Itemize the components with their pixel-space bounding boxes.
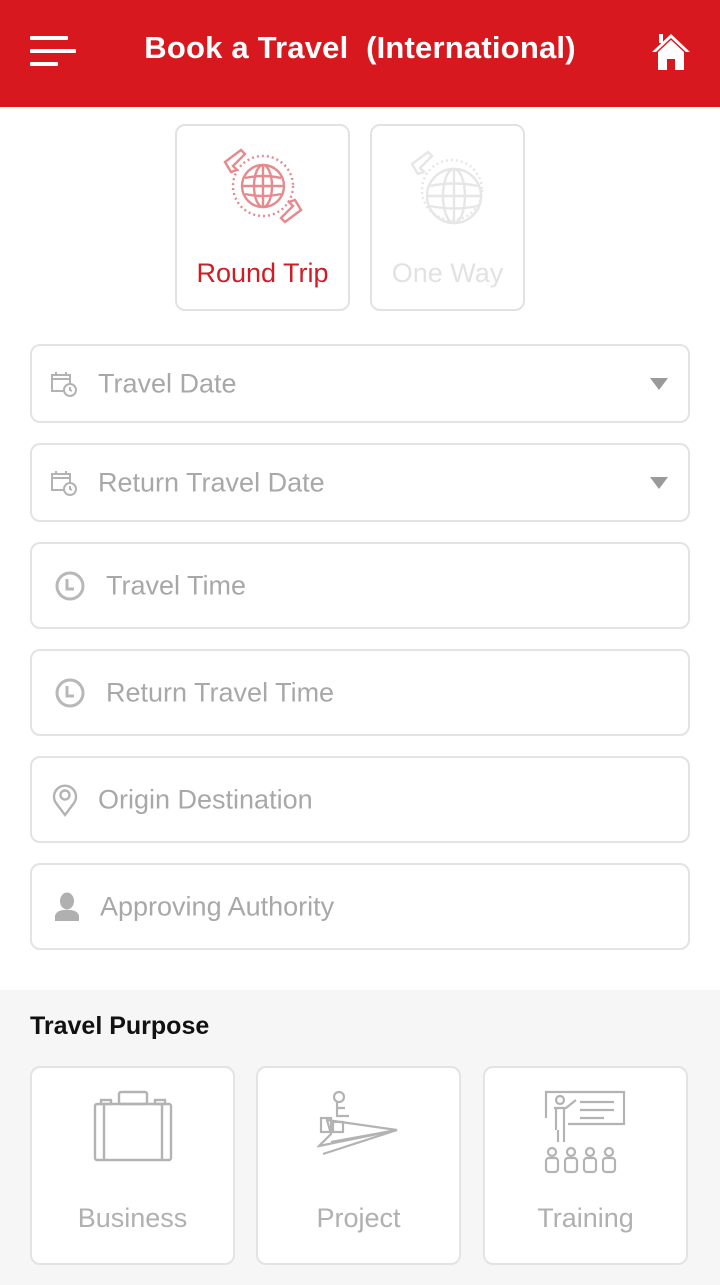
briefcase-icon [93, 1090, 172, 1162]
person-icon [55, 892, 79, 921]
calendar-clock-icon [51, 470, 77, 496]
chevron-down-icon[interactable] [650, 476, 668, 489]
travel-date-placeholder: Travel Date [98, 368, 237, 398]
origin-destination-placeholder: Origin Destination [98, 784, 313, 814]
purpose-business-label: Business [77, 1203, 188, 1233]
travel-date-field[interactable]: Travel Date [30, 344, 690, 423]
round-trip-option[interactable]: Round Trip [175, 124, 350, 311]
one-way-globe-icon [409, 150, 483, 225]
origin-destination-field[interactable]: Origin Destination [30, 756, 690, 843]
app-header: Book a Travel (International) [0, 0, 720, 107]
location-pin-icon [52, 783, 78, 817]
one-way-option[interactable]: One Way [370, 124, 525, 311]
return-travel-date-field[interactable]: Return Travel Date [30, 443, 690, 522]
paper-plane-person-icon [316, 1090, 397, 1156]
purpose-business-option[interactable]: Business [30, 1066, 235, 1265]
travel-time-placeholder: Travel Time [106, 570, 247, 600]
return-travel-time-placeholder: Return Travel Time [106, 677, 335, 707]
clock-icon [55, 678, 85, 707]
chevron-down-icon[interactable] [650, 377, 668, 390]
travel-purpose-section: Travel Purpose Business Project Training [0, 990, 720, 1285]
calendar-clock-icon [51, 371, 77, 397]
purpose-project-label: Project [316, 1203, 401, 1233]
home-icon [652, 34, 690, 70]
home-button[interactable] [650, 30, 692, 72]
travel-time-field[interactable]: Travel Time [30, 542, 690, 629]
purpose-training-label: Training [537, 1203, 634, 1233]
purpose-project-option[interactable]: Project [256, 1066, 461, 1265]
presentation-training-icon [544, 1090, 625, 1174]
round-trip-label: Round Trip [196, 258, 329, 288]
return-travel-time-field[interactable]: Return Travel Time [30, 649, 690, 736]
approving-authority-field[interactable]: Approving Authority [30, 863, 690, 950]
travel-purpose-heading: Travel Purpose [30, 1012, 210, 1040]
one-way-label: One Way [391, 258, 504, 288]
purpose-training-option[interactable]: Training [483, 1066, 688, 1265]
clock-icon [55, 571, 85, 600]
page-title: Book a Travel (International) [144, 30, 576, 65]
return-travel-date-placeholder: Return Travel Date [98, 467, 325, 497]
approving-authority-placeholder: Approving Authority [100, 891, 335, 921]
round-trip-globe-icon [222, 148, 303, 224]
